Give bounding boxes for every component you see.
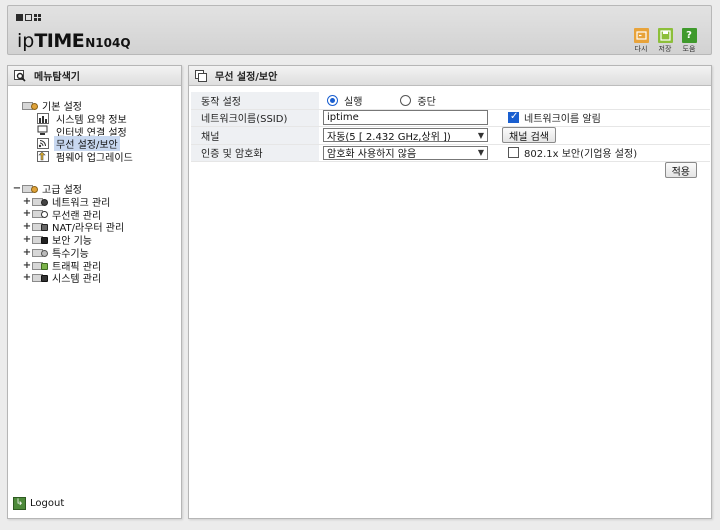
- ssid-input[interactable]: iptime: [323, 110, 488, 126]
- brand-ip: ip: [17, 30, 35, 52]
- search-menu-icon: [14, 69, 26, 82]
- save-label: 저장: [658, 45, 672, 53]
- sidebar-item-firmware[interactable]: 펌웨어 업그레이드: [37, 150, 135, 165]
- window-icon: [195, 69, 207, 82]
- advanced-settings-group: − 고급 설정 + 네트워크 관리 + 무선랜 관리 + NAT/라우터 관리 …: [12, 182, 126, 286]
- operation-run-radio[interactable]: 실행: [327, 93, 362, 108]
- operation-stop-radio[interactable]: 중단: [400, 93, 436, 108]
- encryption-value: 암호화 사용하지 않음: [327, 149, 417, 161]
- upgrade-icon: [37, 151, 50, 163]
- logout-label: Logout: [30, 498, 65, 509]
- reload-button[interactable]: 다시: [632, 28, 650, 54]
- dot1x-checkbox[interactable]: [508, 147, 519, 159]
- wireless-form: 동작 설정 실행 중단 네트워크이름(SSID) iptime 네트워크이름 알…: [191, 92, 710, 162]
- save-icon: [657, 28, 673, 43]
- menu-explorer-header: 메뉴탐색기: [8, 66, 181, 86]
- wireless-icon: [32, 208, 48, 219]
- encryption-select[interactable]: 암호화 사용하지 않음 ▼: [323, 145, 488, 161]
- chevron-down-icon: ▼: [477, 130, 485, 140]
- reload-icon: [633, 28, 649, 43]
- collapse-icon[interactable]: −: [12, 183, 22, 194]
- stop-label: 중단: [417, 96, 436, 108]
- channel-value: 자동(5 [ 2.432 GHz,상위 ]): [327, 131, 451, 143]
- expand-icon[interactable]: +: [22, 221, 32, 232]
- dot1x-label: 802.1x 보안(기업용 설정): [524, 149, 638, 161]
- settings-gear-icon: [22, 100, 38, 111]
- ssid-broadcast-checkbox[interactable]: [508, 111, 519, 124]
- lock-icon: [32, 234, 48, 245]
- run-label: 실행: [344, 96, 363, 108]
- special-icon: [32, 247, 48, 258]
- logout-icon: ↳: [13, 497, 26, 510]
- sidebar-item-system[interactable]: + 시스템 관리: [22, 272, 126, 285]
- ssid-broadcast-label: 네트워크이름 알림: [524, 114, 601, 126]
- help-label: 도움: [682, 45, 696, 53]
- monitor-icon: [37, 125, 50, 136]
- channel-scan-button[interactable]: 채널 검색: [502, 127, 556, 144]
- brand-model: N104Q: [85, 36, 131, 50]
- expand-icon[interactable]: +: [22, 260, 32, 271]
- top-header: ip TIME N104Q 다시 저장 ? 도움: [7, 5, 712, 55]
- auth-row: 인증 및 암호화 암호화 사용하지 않음 ▼ 802.1x 보안(기업용 설정): [191, 144, 710, 162]
- help-icon: ?: [681, 28, 697, 43]
- traffic-icon: [32, 260, 48, 271]
- expand-icon[interactable]: +: [22, 247, 32, 258]
- expand-icon[interactable]: +: [22, 196, 32, 207]
- brand-logo: ip TIME N104Q: [17, 30, 131, 52]
- settings-gear-icon: [22, 183, 38, 194]
- basic-settings-group: 기본 설정 시스템 요약 정보 인터넷 연결 설정 무선 설정/보안 펌웨어 업…: [22, 99, 135, 165]
- router-icon: [32, 221, 48, 232]
- menu-explorer-title: 메뉴탐색기: [34, 72, 80, 83]
- chart-icon: [37, 112, 50, 124]
- page-title: 무선 설정/보안: [215, 72, 278, 83]
- chevron-down-icon: ▼: [477, 148, 485, 158]
- channel-select[interactable]: 자동(5 [ 2.432 GHz,상위 ]) ▼: [323, 128, 488, 143]
- expand-icon[interactable]: +: [22, 234, 32, 245]
- reload-label: 다시: [634, 45, 648, 53]
- sidebar-item-label: 시스템 관리: [52, 274, 102, 286]
- wireless-settings-header: 무선 설정/보안: [189, 66, 711, 86]
- channel-row: 채널 자동(5 [ 2.432 GHz,상위 ]) ▼ 채널 검색: [191, 127, 710, 145]
- network-icon: [32, 196, 48, 207]
- expand-icon[interactable]: +: [22, 208, 32, 219]
- ssid-label: 네트워크이름(SSID): [191, 109, 319, 126]
- ssid-row: 네트워크이름(SSID) iptime 네트워크이름 알림: [191, 109, 710, 127]
- logout-link[interactable]: ↳ Logout: [13, 497, 64, 510]
- operation-label: 동작 설정: [191, 92, 319, 109]
- expand-icon[interactable]: +: [22, 272, 32, 283]
- brand-time: TIME: [34, 30, 85, 52]
- save-button[interactable]: 저장: [656, 28, 674, 54]
- menu-explorer-panel: 메뉴탐색기 기본 설정 시스템 요약 정보 인터넷 연결 설정 무선 설정/보안…: [7, 65, 182, 519]
- auth-label: 인증 및 암호화: [191, 144, 319, 161]
- radio-unchecked-icon: [400, 94, 412, 106]
- operation-row: 동작 설정 실행 중단: [191, 92, 710, 110]
- system-icon: [32, 272, 48, 283]
- logo-squares-icon: [16, 14, 41, 21]
- sidebar-item-label: 펌웨어 업그레이드: [56, 153, 133, 165]
- channel-label: 채널: [191, 127, 319, 144]
- help-button[interactable]: ? 도움: [680, 28, 698, 54]
- apply-button[interactable]: 적용: [664, 162, 697, 178]
- wireless-icon: [37, 138, 50, 150]
- radio-checked-icon: [327, 94, 338, 106]
- wireless-settings-panel: 무선 설정/보안 동작 설정 실행 중단 네트워크이름(SSID) iptime: [188, 65, 712, 519]
